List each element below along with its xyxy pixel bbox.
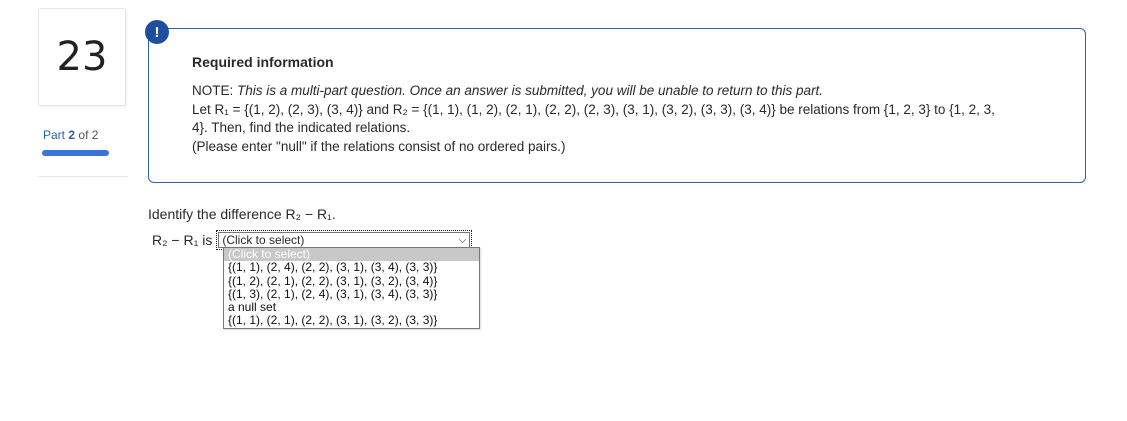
part-of: of: [78, 128, 89, 142]
question-prompt: Identify the difference R₂ − R₁.: [148, 206, 336, 222]
sidebar-divider: [38, 176, 128, 177]
alert-icon: !: [145, 20, 169, 44]
note-label: NOTE:: [192, 83, 234, 98]
relations-definition-cont: 4}. Then, find the indicated relations.: [192, 120, 411, 135]
note-line: NOTE: This is a multi-part question. Onc…: [192, 82, 1072, 101]
info-body: NOTE: This is a multi-part question. Onc…: [192, 82, 1072, 156]
note-text: This is a multi-part question. Once an a…: [237, 83, 824, 98]
answer-select[interactable]: (Click to select) ⌵: [218, 232, 471, 248]
chevron-down-icon: ⌵: [458, 234, 467, 246]
answer-options-list: (Click to select) {(1, 1), (2, 4), (2, 2…: [223, 247, 480, 329]
required-info-box: Required information NOTE: This is a mul…: [148, 28, 1086, 183]
part-progress-bar: [42, 150, 109, 156]
option-5[interactable]: {(1, 1), (2, 1), (2, 2), (3, 1), (3, 2),…: [224, 314, 479, 328]
part-indicator: Part 2 of 2: [43, 128, 98, 142]
answer-selected-value: (Click to select): [222, 233, 305, 247]
info-title: Required information: [192, 54, 334, 70]
null-hint: (Please enter "null" if the relations co…: [192, 138, 566, 154]
part-current: 2: [68, 128, 76, 142]
part-progress-fill: [42, 150, 109, 156]
option-1[interactable]: {(1, 1), (2, 4), (2, 2), (3, 1), (3, 4),…: [224, 260, 479, 274]
relations-definition: Let R₁ = {(1, 2), (2, 3), (3, 4)} and R₂…: [192, 101, 995, 117]
option-placeholder[interactable]: (Click to select): [224, 247, 479, 262]
part-total: 2: [91, 128, 99, 142]
answer-lhs: R₂ − R₁ is: [152, 232, 213, 248]
option-3[interactable]: {(1, 3), (2, 1), (2, 4), (3, 1), (3, 4),…: [224, 287, 479, 301]
part-word: Part: [43, 128, 66, 142]
option-null-set[interactable]: a null set: [224, 300, 479, 314]
question-number: 23: [38, 8, 126, 106]
option-2[interactable]: {(1, 2), (2, 1), (2, 2), (3, 1), (3, 2),…: [224, 274, 479, 288]
